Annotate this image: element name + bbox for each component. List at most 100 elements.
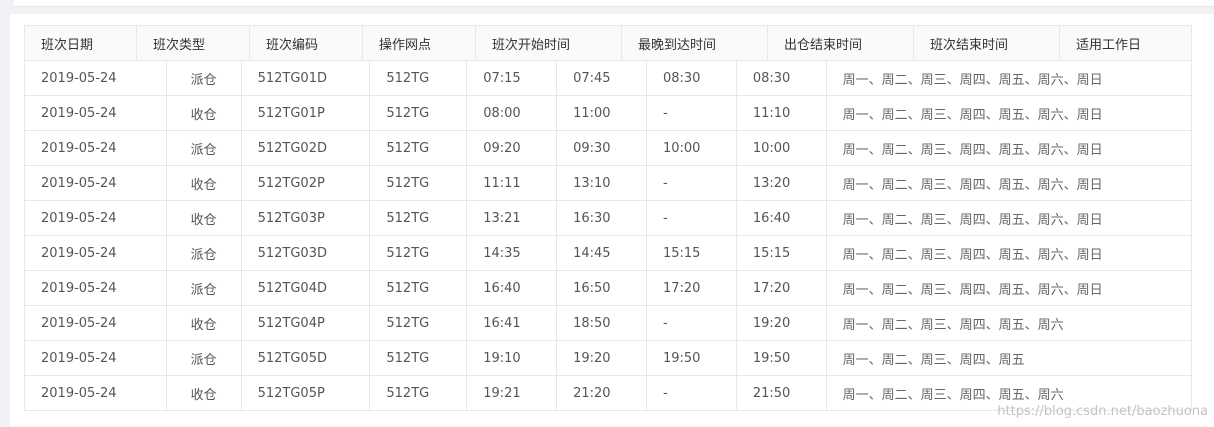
- cell-arrival: 08:30: [647, 61, 737, 95]
- cell-shift-code: 512TG02D: [242, 131, 371, 165]
- header-outbound-end: 出仓结束时间: [768, 26, 914, 60]
- header-start-time: 班次开始时间: [476, 26, 622, 60]
- cell-site: 512TG: [370, 306, 468, 340]
- cell-shift-type: 收仓: [167, 201, 242, 235]
- content-panel: 班次日期 班次类型 班次编码 操作网点 班次开始时间 最晚到达时间 出仓结束时间…: [10, 14, 1214, 427]
- cell-start-time: 19:21: [467, 376, 558, 410]
- cell-shift-code: 512TG01P: [242, 96, 371, 130]
- cell-shift-end: 19:20: [737, 306, 827, 340]
- cell-shift-code: 512TG04P: [242, 306, 371, 340]
- table-row: 2019-05-24 收仓 512TG03P 512TG 13:21 16:30-16:4…: [25, 201, 1191, 236]
- table-row: 2019-05-24 派仓 512TG03D 512TG 14:35 14:45 15:15…: [25, 236, 1191, 271]
- top-bar: [14, 0, 1214, 7]
- cell-arrival: -: [647, 201, 737, 235]
- table-header-row: 班次日期 班次类型 班次编码 操作网点 班次开始时间 最晚到达时间 出仓结束时间…: [25, 26, 1191, 61]
- cell-shift-date: 2019-05-24: [25, 236, 167, 270]
- cell-start-time: 16:41: [467, 306, 558, 340]
- cell-shift-date: 2019-05-24: [25, 271, 167, 305]
- cell-arrival: -: [647, 376, 737, 410]
- cell-end-time-1: 21:20: [557, 376, 647, 410]
- cell-start-time: 09:20: [467, 131, 558, 165]
- cell-shift-end: 11:10: [737, 96, 827, 130]
- cell-site: 512TG: [370, 376, 468, 410]
- cell-shift-end: 16:40: [737, 201, 827, 235]
- table-row: 2019-05-24 派仓 512TG01D 512TG 07:15 07:45 08:30…: [25, 61, 1191, 96]
- cell-shift-end: 10:00: [737, 131, 827, 165]
- cell-site: 512TG: [370, 341, 468, 375]
- shift-table: 班次日期 班次类型 班次编码 操作网点 班次开始时间 最晚到达时间 出仓结束时间…: [24, 25, 1192, 411]
- cell-shift-end: 17:20: [737, 271, 827, 305]
- cell-shift-type: 收仓: [167, 166, 242, 200]
- cell-workdays: 周一、周二、周三、周四、周五、周六、周日: [842, 212, 1103, 228]
- cell-shift-date: 2019-05-24: [25, 61, 167, 95]
- table-row: 2019-05-24 派仓 512TG04D 512TG 16:40 16:50 17:20…: [25, 271, 1191, 306]
- cell-start-time: 13:21: [467, 201, 558, 235]
- cell-shift-code: 512TG03D: [242, 236, 371, 270]
- cell-shift-date: 2019-05-24: [25, 201, 167, 235]
- cell-arrival: 15:15: [647, 236, 737, 270]
- cell-shift-type: 派仓: [167, 61, 242, 95]
- cell-shift-date: 2019-05-24: [25, 341, 167, 375]
- cell-end-time-1: 14:45: [557, 236, 647, 270]
- cell-shift-type: 收仓: [167, 96, 242, 130]
- cell-end-time-1: 07:45: [557, 61, 647, 95]
- cell-start-time: 19:10: [467, 341, 558, 375]
- cell-shift-type: 派仓: [167, 131, 242, 165]
- cell-shift-type: 收仓: [167, 376, 242, 410]
- cell-workdays: 周一、周二、周三、周四、周五、周六、周日: [842, 142, 1103, 158]
- cell-arrival: -: [647, 306, 737, 340]
- cell-end-time-1: 16:50: [557, 271, 647, 305]
- cell-site: 512TG: [370, 271, 468, 305]
- cell-workdays: 周一、周二、周三、周四、周五、周六、周日: [842, 282, 1103, 298]
- cell-arrival: 19:50: [647, 341, 737, 375]
- table-row: 2019-05-24 派仓 512TG02D 512TG 09:20 09:30 10:00…: [25, 131, 1191, 166]
- cell-shift-end: 13:20: [737, 166, 827, 200]
- cell-arrival: 10:00: [647, 131, 737, 165]
- table-row: 2019-05-24 收仓 512TG01P 512TG 08:00 11:00-11:1…: [25, 96, 1191, 131]
- cell-arrival: -: [647, 166, 737, 200]
- cell-shift-date: 2019-05-24: [25, 131, 167, 165]
- header-site: 操作网点: [363, 26, 476, 60]
- cell-workdays: 周一、周二、周三、周四、周五、周六、周日: [842, 177, 1103, 193]
- watermark: https://blog.csdn.net/baozhuona: [997, 404, 1208, 419]
- cell-shift-date: 2019-05-24: [25, 96, 167, 130]
- cell-shift-end: 08:30: [737, 61, 827, 95]
- header-shift-type: 班次类型: [137, 26, 250, 60]
- cell-shift-code: 512TG05D: [242, 341, 371, 375]
- cell-end-time-1: 18:50: [557, 306, 647, 340]
- cell-site: 512TG: [370, 61, 468, 95]
- cell-arrival: -: [647, 96, 737, 130]
- cell-shift-end: 15:15: [737, 236, 827, 270]
- cell-shift-type: 收仓: [167, 306, 242, 340]
- cell-site: 512TG: [370, 131, 468, 165]
- cell-workdays: 周一、周二、周三、周四、周五、周六、周日: [842, 72, 1103, 88]
- cell-site: 512TG: [370, 166, 468, 200]
- cell-start-time: 14:35: [467, 236, 558, 270]
- cell-site: 512TG: [370, 236, 468, 270]
- table-body: 2019-05-24 派仓 512TG01D 512TG 07:15 07:45 08:30…: [25, 61, 1191, 411]
- cell-shift-type: 派仓: [167, 236, 242, 270]
- cell-shift-date: 2019-05-24: [25, 306, 167, 340]
- cell-shift-code: 512TG05P: [242, 376, 371, 410]
- cell-shift-code: 512TG02P: [242, 166, 371, 200]
- header-workdays: 适用工作日: [1076, 37, 1142, 53]
- header-shift-date: 班次日期: [25, 26, 137, 60]
- cell-shift-date: 2019-05-24: [25, 376, 167, 410]
- cell-shift-type: 派仓: [167, 341, 242, 375]
- cell-end-time-1: 09:30: [557, 131, 647, 165]
- cell-shift-type: 派仓: [167, 271, 242, 305]
- cell-start-time: 07:15: [467, 61, 558, 95]
- cell-end-time-1: 13:10: [557, 166, 647, 200]
- cell-shift-code: 512TG03P: [242, 201, 371, 235]
- cell-shift-code: 512TG01D: [242, 61, 371, 95]
- cell-shift-code: 512TG04D: [242, 271, 371, 305]
- table-row: 2019-05-24 收仓 512TG04P 512TG 16:41 18:50-19:2…: [25, 306, 1191, 341]
- cell-workdays: 周一、周二、周三、周四、周五: [842, 352, 1025, 368]
- cell-site: 512TG: [370, 96, 468, 130]
- cell-workdays: 周一、周二、周三、周四、周五、周六、周日: [842, 107, 1103, 123]
- cell-start-time: 08:00: [467, 96, 558, 130]
- header-shift-code: 班次编码: [250, 26, 363, 60]
- cell-end-time-1: 19:20: [557, 341, 647, 375]
- cell-workdays: 周一、周二、周三、周四、周五、周六、周日: [842, 247, 1103, 263]
- cell-arrival: 17:20: [647, 271, 737, 305]
